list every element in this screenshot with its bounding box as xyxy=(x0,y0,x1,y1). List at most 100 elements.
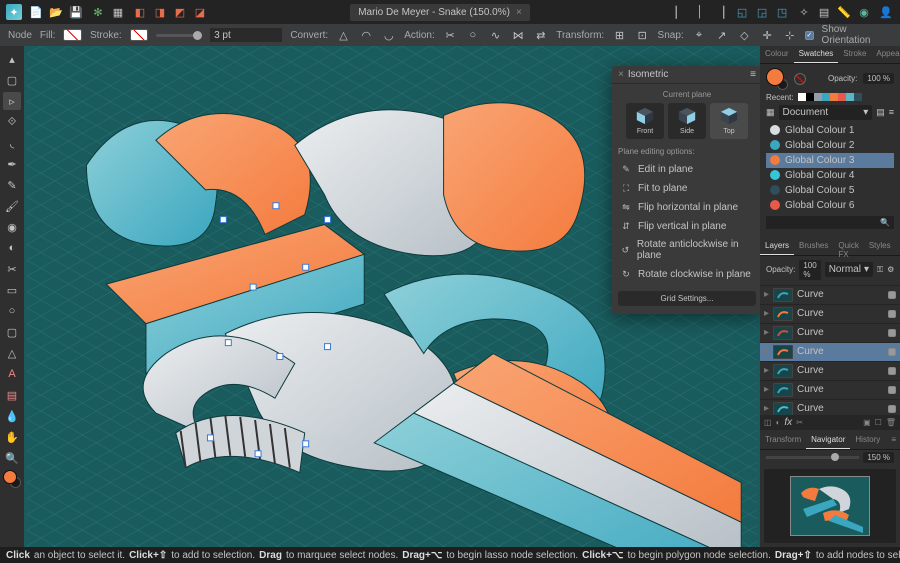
snap-toggle-icon[interactable]: ✧ xyxy=(796,4,812,20)
snap-all-icon[interactable]: ⌖ xyxy=(692,27,707,43)
fill-tool[interactable]: ◉ xyxy=(3,218,21,236)
panel-menu-icon[interactable]: ≡ xyxy=(750,69,756,80)
expand-icon[interactable]: ▸ xyxy=(764,384,769,395)
tab-history[interactable]: History xyxy=(850,432,885,449)
plane-side-button[interactable]: Side xyxy=(668,103,706,139)
account-icon[interactable]: 👤 xyxy=(878,4,894,20)
iso-action[interactable]: ✎Edit in plane xyxy=(618,160,756,178)
hand-tool[interactable]: ✋ xyxy=(3,428,21,446)
insert-inside-icon[interactable]: ◲ xyxy=(754,4,770,20)
smooth-curve-icon[interactable]: ∿ xyxy=(488,27,503,43)
swatch-item[interactable]: Global Colour 4 xyxy=(766,168,894,183)
group-icon[interactable]: ▣ xyxy=(863,418,871,427)
zoom-tool[interactable]: 🔍 xyxy=(3,449,21,467)
iso-action[interactable]: ⇵Flip vertical in plane xyxy=(618,217,756,235)
show-orientation-checkbox[interactable]: ✓ xyxy=(805,31,813,40)
snap-handles-icon[interactable]: ✛ xyxy=(760,27,775,43)
crop-layer-icon[interactable]: ✂ xyxy=(796,418,803,427)
none-swatch-icon[interactable] xyxy=(794,73,806,85)
swatch-view-icon[interactable]: ▦ xyxy=(766,107,775,118)
visibility-checkbox[interactable] xyxy=(888,291,896,299)
zoom-field[interactable]: 150 % xyxy=(863,452,894,463)
snap-nodes-icon[interactable]: ⊹ xyxy=(782,27,797,43)
fx-icon[interactable]: fx xyxy=(784,417,792,428)
mask-icon[interactable]: ◫ xyxy=(764,418,772,427)
iso-action[interactable]: ⛶Fit to plane xyxy=(618,179,756,197)
triangle-tool[interactable]: △ xyxy=(3,344,21,362)
isometric-panel-header[interactable]: × Isometric ≡ xyxy=(612,66,760,84)
tab-stroke[interactable]: Stroke xyxy=(838,46,871,63)
frame-text-tool[interactable]: ▤ xyxy=(3,386,21,404)
close-icon[interactable]: × xyxy=(618,69,624,80)
snap-geometry-icon[interactable]: ◇ xyxy=(737,27,752,43)
recent-swatch[interactable] xyxy=(830,93,838,101)
visibility-checkbox[interactable] xyxy=(888,367,896,375)
align-center-icon[interactable]: │ xyxy=(692,4,708,20)
expand-icon[interactable]: ▸ xyxy=(764,327,769,338)
pencil-tool[interactable]: ✎ xyxy=(3,176,21,194)
layer-item[interactable]: ▸Curve xyxy=(760,323,900,342)
iso-action[interactable]: ↺Rotate anticlockwise in plane xyxy=(618,236,756,264)
layer-opacity-field[interactable]: 100 % xyxy=(799,260,820,280)
recent-swatch[interactable] xyxy=(814,93,822,101)
iso-action[interactable]: ↻Rotate clockwise in plane xyxy=(618,265,756,283)
join-curves-icon[interactable]: ⋈ xyxy=(511,27,526,43)
eyedropper-tool[interactable]: 💧 xyxy=(3,407,21,425)
ellipse-tool[interactable]: ○ xyxy=(3,302,21,320)
align-left-icon[interactable]: ▏ xyxy=(672,4,688,20)
file-menu-icon[interactable]: 📄 xyxy=(28,4,44,20)
tab-brushes[interactable]: Brushes xyxy=(794,238,833,255)
node-tool[interactable]: ▹ xyxy=(3,92,21,110)
visibility-checkbox[interactable] xyxy=(888,329,896,337)
settings-gear-icon[interactable]: ✻ xyxy=(90,4,106,20)
opacity-field[interactable]: 100 % xyxy=(863,73,894,84)
layer-item[interactable]: ▸Curve xyxy=(760,304,900,323)
delete-layer-icon[interactable]: 🗑 xyxy=(886,418,896,427)
grid-settings-button[interactable]: Grid Settings... xyxy=(618,291,756,306)
close-tab-icon[interactable]: × xyxy=(516,7,522,18)
tab-transform[interactable]: Transform xyxy=(760,432,806,449)
tab-appearance[interactable]: Appearance xyxy=(871,46,900,63)
canvas[interactable]: × Isometric ≡ Current plane FrontSideTop… xyxy=(24,46,760,547)
convert-smooth-icon[interactable]: ◠ xyxy=(359,27,374,43)
layer-gear-icon[interactable]: ⚙ xyxy=(887,265,894,274)
iso-action[interactable]: ⇋Flip horizontal in plane xyxy=(618,198,756,216)
arrange-backward-icon[interactable]: ◨ xyxy=(152,4,168,20)
swatch-item[interactable]: Global Colour 1 xyxy=(766,123,894,138)
tab-swatches[interactable]: Swatches xyxy=(794,46,839,63)
lock-icon[interactable]: ⚿ xyxy=(877,265,883,275)
reverse-curve-icon[interactable]: ⇄ xyxy=(534,27,549,43)
pen-tool[interactable]: ✒ xyxy=(3,155,21,173)
insert-behind-icon[interactable]: ◱ xyxy=(734,4,750,20)
swatch-category-dropdown[interactable]: Document▾ xyxy=(779,105,873,120)
layer-item[interactable]: ▸Curve xyxy=(760,285,900,304)
artistic-text-tool[interactable]: A xyxy=(3,365,21,383)
brush-tool[interactable]: 🖌 xyxy=(3,197,21,215)
break-curve-icon[interactable]: ✂ xyxy=(443,27,458,43)
swatch-item[interactable]: Global Colour 2 xyxy=(766,138,894,153)
align-right-icon[interactable]: ▕ xyxy=(712,4,728,20)
open-icon[interactable]: 📂 xyxy=(48,4,64,20)
rounded-rect-tool[interactable]: ▢ xyxy=(3,323,21,341)
navigator-preview[interactable] xyxy=(764,469,896,543)
swatch-item[interactable]: Global Colour 3 xyxy=(766,153,894,168)
recent-swatch[interactable] xyxy=(838,93,846,101)
artboard-tool[interactable]: ▢ xyxy=(3,71,21,89)
swatch-item[interactable]: Global Colour 6 xyxy=(766,198,894,213)
expand-icon[interactable]: ▸ xyxy=(764,403,769,414)
zoom-slider[interactable] xyxy=(766,456,859,459)
visibility-checkbox[interactable] xyxy=(888,405,896,413)
visibility-checkbox[interactable] xyxy=(888,386,896,394)
insert-front-icon[interactable]: ◳ xyxy=(774,4,790,20)
recent-swatch[interactable] xyxy=(854,93,862,101)
add-layer-icon[interactable]: ☐ xyxy=(875,418,882,427)
close-curve-icon[interactable]: ○ xyxy=(465,27,480,43)
visibility-checkbox[interactable] xyxy=(888,310,896,318)
grid-icon[interactable]: ▤ xyxy=(816,4,832,20)
recent-swatch[interactable] xyxy=(798,93,806,101)
assets-icon[interactable]: ▦ xyxy=(110,4,126,20)
adjust-icon[interactable]: ◐ xyxy=(776,418,781,427)
layer-item[interactable]: ▸Curve xyxy=(760,342,900,361)
layer-item[interactable]: ▸Curve xyxy=(760,399,900,415)
tab-quick-fx[interactable]: Quick FX xyxy=(833,238,863,255)
